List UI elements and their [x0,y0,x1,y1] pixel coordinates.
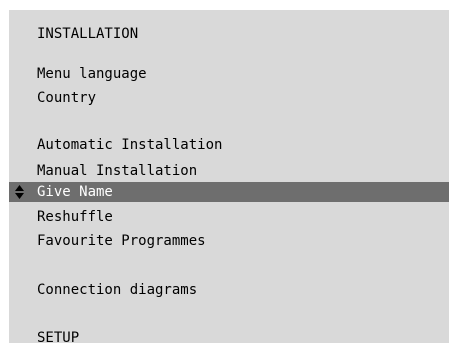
up-down-arrow-icon [15,185,24,199]
menu-item-automatic-installation[interactable]: Automatic Installation [9,135,449,155]
menu-item-manual-installation[interactable]: Manual Installation [9,161,449,181]
installation-menu: INSTALLATION Menu language Country Autom… [9,10,449,346]
menu-item-favourite-programmes[interactable]: Favourite Programmes [9,231,449,251]
menu-item-reshuffle[interactable]: Reshuffle [9,207,449,227]
menu-item-menu-language[interactable]: Menu language [9,64,449,84]
menu-title: INSTALLATION [37,26,139,42]
menu-item-give-name[interactable]: Give Name [9,182,449,202]
menu-item-setup[interactable]: SETUP [9,328,449,348]
menu-item-country[interactable]: Country [9,88,449,108]
menu-item-label: Give Name [37,184,113,200]
menu-item-connection-diagrams[interactable]: Connection diagrams [9,280,449,300]
